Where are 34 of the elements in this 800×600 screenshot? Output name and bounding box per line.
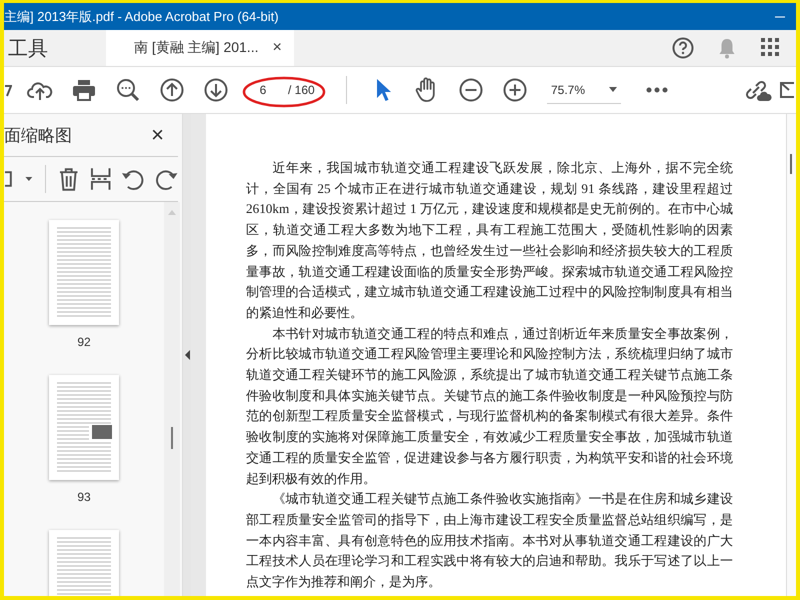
- page-total: / 160: [288, 83, 315, 97]
- caret-icon[interactable]: [609, 87, 617, 92]
- paragraph: 《城市轨道交通工程关键节点施工条件验收实施指南》一书是在住房和城乡建设部工程质量安全监管司的指导下，由上海市建设工程安全质量监督总站组织编写，是一本内容丰富、具有创意特色的应用技术指南。本书对从事轨道交通工程建设的广大工程技术人员在理论学习和工程实践中将有较大的启迪和帮助。我乐于写述了以上一点文字作为推荐和阐介，是为序。: [246, 490, 733, 592]
- scrollbar[interactable]: [164, 202, 180, 596]
- panel-title: 面缩略图: [4, 124, 72, 146]
- trash-icon[interactable]: [58, 167, 80, 191]
- link-cloud-icon[interactable]: [744, 78, 772, 102]
- page-number-field[interactable]: 6: [256, 83, 270, 97]
- zoom-dropdown[interactable]: 75.7%: [547, 76, 621, 104]
- arrow-down-circle-icon[interactable]: [204, 78, 228, 102]
- page-thumbnail[interactable]: [49, 220, 119, 325]
- collapse-arrow-icon[interactable]: [184, 350, 190, 360]
- close-icon[interactable]: ×: [151, 122, 164, 148]
- help-icon[interactable]: [672, 37, 694, 59]
- page-options-icon[interactable]: [4, 169, 34, 189]
- tab[interactable]: 南 [黄融 主编] 201... ×: [106, 30, 294, 66]
- tab[interactable]: 工具: [4, 30, 62, 66]
- more-icon[interactable]: [646, 87, 668, 93]
- window-title: 主编] 2013年版.pdf - Adobe Acrobat Pro (64-bit): [4, 8, 279, 26]
- close-icon[interactable]: ×: [272, 39, 282, 57]
- apps-grid-icon[interactable]: [760, 37, 782, 59]
- paragraph: 近年来，我国城市轨道交通工程建设飞跃发展，除北京、上海外，据不完全统计，全国有 25 个城市正在进行城市轨道交通建设，规划 91 条线路，建设里程超过 2610km，建设投资累计超过 1 万亿元，建设速度和规模都是史无前例的。在市中心城区，轨道交通工程大多数为地下工程，具有工程施工范围大，受随机性影响的因素多，而风险控制难度高等特点，也曾经发生过一些社会影响和经济损失较大的工程质量事故，轨道交通工程建设面临的质量安全形势严峻。探索城市轨道交通工程风险控制管理的合适模式，建立城市轨道交通工程建设施工过程中的风险控制制度具有相当的紧迫性和必要性。: [246, 159, 733, 322]
- arrow-up-circle-icon[interactable]: [160, 78, 184, 102]
- insert-page-icon[interactable]: [90, 167, 112, 191]
- page-thumbnail[interactable]: [49, 375, 119, 480]
- zoom-out-icon[interactable]: [459, 78, 483, 102]
- zoom-search-icon[interactable]: [116, 78, 140, 102]
- pointer-cursor-icon[interactable]: [375, 78, 391, 102]
- paragraph: 本书针对城市轨道交通工程的特点和难点，通过剖析近年来质量安全事故案例，分析比较城市轨道交通工程风险管理主要理论和风险控制方法，系统梳理归纳了城市轨道交通工程关键环节的施工风险源，系统提出了城市轨道交通工程关键节点施工条件验收制度和具体实施关键节点。关键节点的施工条件验收制度是一种风险预控与防范的创新型工程质量安全监督模式，与现行监督机构的备案制模式有很大差异。条件验收制度的实施将对保障施工质量安全，有效减少工程质量安全事故，加强城市轨道交通工程的质量安全监管，促进建设参与各方履行职责，为构筑平安和谐的社会环境起到积极有效的作用。: [246, 324, 733, 488]
- zoom-in-icon[interactable]: [503, 78, 527, 102]
- scrollbar[interactable]: [786, 114, 796, 596]
- page-label: 93: [77, 490, 91, 504]
- print-icon[interactable]: [72, 79, 96, 101]
- page-label: 92: [77, 335, 91, 349]
